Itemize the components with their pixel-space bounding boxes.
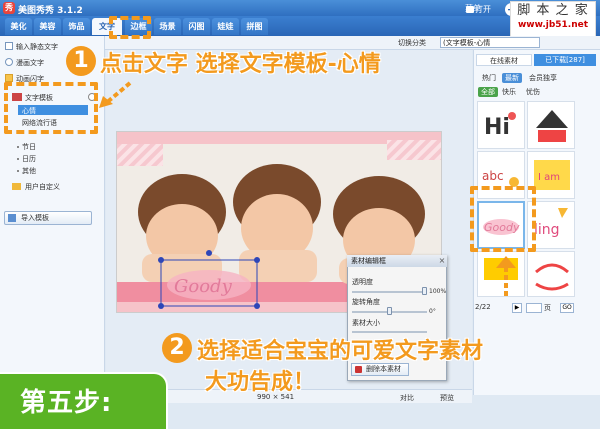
opacity-label: 透明度 — [352, 278, 373, 286]
svg-text:abc: abc — [482, 169, 504, 183]
opacity-slider-handle[interactable] — [422, 287, 427, 295]
material-thumb-image — [536, 110, 568, 142]
step2-instruction-line2: 大功告成！ — [205, 370, 316, 395]
app-title: 美图秀秀 3.1.2 — [18, 6, 83, 16]
page-indicator: 2/22 — [475, 303, 491, 311]
text-input-icon — [5, 42, 13, 50]
step2-instruction-line1: 选择适合宝宝的可爱文字素材 — [197, 339, 484, 364]
bullet-icon — [17, 146, 19, 148]
step1-instruction: 点击文字 选择文字模板-心情 — [100, 52, 381, 77]
opacity-value: 100% — [429, 288, 447, 295]
size-label: 素材大小 — [352, 319, 380, 327]
compare-button[interactable]: 对比 — [400, 393, 414, 403]
highlight-text-tab — [109, 16, 151, 39]
opacity-slider-track[interactable] — [352, 291, 427, 293]
material-thumb[interactable]: Hi — [477, 101, 525, 149]
svg-text:ling: ling — [534, 222, 560, 238]
tab-online-materials[interactable]: 在线素材 — [476, 54, 532, 66]
tab-doll[interactable]: 娃娃 — [212, 18, 239, 35]
tab-flash[interactable]: 闪图 — [183, 18, 210, 35]
animated-text-icon — [5, 74, 13, 82]
material-thumb-image — [535, 263, 569, 291]
tab-accessory[interactable]: 饰品 — [63, 18, 90, 35]
comic-text-item[interactable]: 漫画文字 — [16, 58, 44, 68]
tab-collage[interactable]: 拼图 — [241, 18, 268, 35]
svg-text:Goody: Goody — [174, 276, 233, 297]
bullet-icon — [17, 170, 19, 172]
material-thumb[interactable] — [527, 251, 575, 297]
step-number-1: 1 — [66, 46, 96, 76]
template-other[interactable]: 其他 — [22, 166, 36, 176]
material-thumb-image: Hi — [484, 112, 516, 140]
bullet-icon — [17, 158, 19, 160]
arrow-icon — [496, 256, 516, 296]
rotate-slider-handle[interactable] — [387, 307, 392, 315]
folder-icon — [12, 183, 21, 190]
folder-icon[interactable] — [466, 6, 474, 13]
rotate-value: 0° — [429, 308, 436, 315]
template-festival[interactable]: 节日 — [22, 142, 36, 152]
page-of-label: 页 — [544, 304, 551, 312]
highlight-selected-material — [470, 186, 536, 252]
pill-newest[interactable]: 最新 — [502, 73, 522, 83]
pill-hot[interactable]: 热门 — [480, 73, 498, 83]
baby-left — [138, 174, 226, 282]
comic-text-icon — [5, 58, 13, 66]
step-badge-text: 第五步: — [20, 388, 113, 418]
subtab-sad[interactable]: 忧伤 — [526, 87, 540, 97]
watermark-url: www.jb51.net — [517, 20, 589, 30]
rotate-label: 旋转角度 — [352, 298, 380, 306]
close-icon[interactable]: × — [437, 255, 447, 267]
site-watermark: 脚 本 之 家 www.jb51.net — [510, 1, 596, 37]
highlight-mood-template — [4, 82, 98, 134]
tab-beautify[interactable]: 美化 — [5, 18, 32, 35]
svg-text:I am: I am — [538, 172, 560, 183]
tab-scene[interactable]: 场景 — [154, 18, 181, 35]
tab-downloaded[interactable]: 已下载[287] — [534, 54, 596, 66]
import-icon — [8, 214, 16, 222]
material-thumb[interactable] — [527, 101, 575, 149]
subtab-all[interactable]: 全部 — [478, 87, 498, 97]
go-button[interactable]: GO — [560, 303, 574, 313]
preview-button[interactable]: 预览 — [440, 393, 454, 403]
arrow-icon — [99, 81, 132, 108]
subtab-happy[interactable]: 快乐 — [502, 87, 516, 97]
template-calendar[interactable]: 日历 — [22, 154, 36, 164]
open-button[interactable]: 打开 — [475, 2, 491, 18]
app-logo-icon: 秀 — [3, 2, 15, 14]
page-number-input[interactable] — [526, 303, 542, 313]
import-template-button[interactable]: 导入模板 — [4, 211, 92, 225]
step-number-2: 2 — [162, 333, 192, 363]
watermark-text: 脚 本 之 家 — [517, 3, 589, 18]
static-text-item[interactable]: 输入静态文字 — [16, 42, 58, 52]
pill-member[interactable]: 会员独享 — [526, 73, 560, 83]
category-select[interactable]: (文字模板-心情 — [440, 37, 540, 48]
next-page-button[interactable]: ▶ — [512, 303, 522, 313]
user-custom-item[interactable]: 用户自定义 — [25, 182, 60, 192]
baby-middle — [233, 164, 321, 282]
svg-text:Hi: Hi — [484, 115, 510, 140]
tab-beauty[interactable]: 美容 — [34, 18, 61, 35]
dialog-title[interactable]: 素材编辑框 — [347, 255, 447, 267]
category-label: 切换分类 — [398, 39, 426, 47]
delete-icon — [355, 366, 362, 373]
